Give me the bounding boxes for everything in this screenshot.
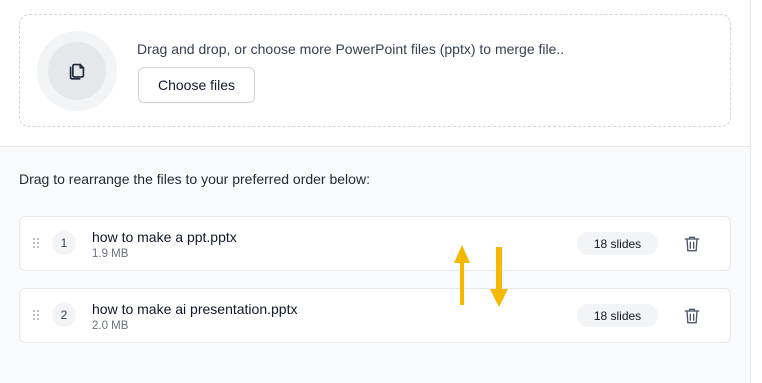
delete-file-button[interactable] [680,232,704,256]
drag-handle-icon[interactable] [32,237,40,249]
file-size: 1.9 MB [92,248,129,260]
reorder-instructions: Drag to rearrange the files to your pref… [19,171,370,187]
file-order-panel: Drag to rearrange the files to your pref… [0,148,751,383]
delete-file-button[interactable] [680,304,704,328]
file-copy-icon [69,63,85,80]
upload-icon-circle [37,31,117,111]
dropzone-prompt: Drag and drop, or choose more PowerPoint… [137,41,565,57]
reorder-arrows-icon [454,245,508,307]
upload-icon-inner [48,42,106,100]
choose-files-button[interactable]: Choose files [138,67,255,103]
dropzone[interactable]: Drag and drop, or choose more PowerPoint… [19,14,731,127]
drag-handle-icon[interactable] [32,309,40,321]
file-size: 2.0 MB [92,320,129,332]
file-order-number: 1 [52,231,76,255]
slide-count-badge: 18 slides [577,304,658,327]
file-order-number: 2 [52,303,76,327]
trash-icon [684,308,700,324]
upload-panel: Drag and drop, or choose more PowerPoint… [0,0,751,147]
slide-count-badge: 18 slides [577,232,658,255]
file-name: how to make a ppt.pptx [92,229,237,245]
file-row[interactable]: 2 how to make ai presentation.pptx 2.0 M… [19,288,731,343]
file-name: how to make ai presentation.pptx [92,301,298,317]
trash-icon [684,236,700,252]
file-row[interactable]: 1 how to make a ppt.pptx 1.9 MB 18 slide… [19,216,731,271]
